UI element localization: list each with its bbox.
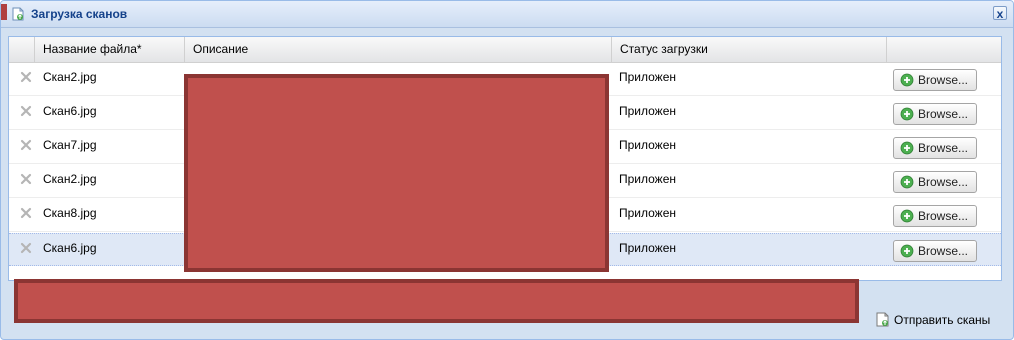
close-icon: x [996, 7, 1004, 21]
delete-x-icon[interactable] [19, 241, 33, 255]
upload-status: Приложен [619, 172, 677, 186]
header-delete-col [9, 37, 35, 62]
browse-label: Browse... [918, 244, 969, 258]
file-name: Скан6.jpg [43, 104, 97, 118]
grid-header: Название файла* Описание Статус загрузки [9, 37, 1001, 63]
redaction-block-footer [14, 279, 859, 323]
redaction-block-description [184, 74, 609, 272]
file-name: Скан2.jpg [43, 172, 97, 186]
add-circle-icon [900, 244, 914, 258]
delete-x-icon[interactable] [19, 206, 33, 220]
browse-label: Browse... [918, 209, 969, 223]
add-circle-icon [900, 107, 914, 121]
send-scans-label: Отправить сканы [894, 313, 991, 327]
browse-button[interactable]: Browse... [893, 137, 977, 159]
document-upload-icon [876, 312, 890, 327]
add-circle-icon [900, 209, 914, 223]
upload-status: Приложен [619, 104, 677, 118]
upload-status: Приложен [619, 70, 677, 84]
add-circle-icon [900, 175, 914, 189]
browse-button[interactable]: Browse... [893, 69, 977, 91]
browse-button[interactable]: Browse... [893, 103, 977, 125]
add-circle-icon [900, 141, 914, 155]
file-name: Скан2.jpg [43, 70, 97, 84]
browse-label: Browse... [918, 141, 969, 155]
close-button[interactable]: x [993, 6, 1007, 21]
browse-button[interactable]: Browse... [893, 240, 977, 262]
file-name: Скан8.jpg [43, 206, 97, 220]
add-circle-icon [900, 73, 914, 87]
file-name: Скан7.jpg [43, 138, 97, 152]
delete-x-icon[interactable] [19, 70, 33, 84]
upload-status: Приложен [619, 138, 677, 152]
header-upload-status[interactable]: Статус загрузки [612, 37, 887, 62]
corner-marker [1, 4, 7, 20]
upload-status: Приложен [619, 206, 677, 220]
browse-label: Browse... [918, 107, 969, 121]
header-file-name[interactable]: Название файла* [35, 37, 185, 62]
browse-button[interactable]: Browse... [893, 171, 977, 193]
browse-button[interactable]: Browse... [893, 205, 977, 227]
window-title: Загрузка сканов [31, 7, 128, 21]
delete-x-icon[interactable] [19, 138, 33, 152]
header-actions [887, 37, 1001, 62]
upload-scans-window: Загрузка сканов x Название файла* Описан… [0, 0, 1014, 340]
upload-status: Приложен [619, 241, 677, 255]
delete-x-icon[interactable] [19, 172, 33, 186]
delete-x-icon[interactable] [19, 104, 33, 118]
window-header[interactable]: Загрузка сканов x [1, 1, 1013, 28]
file-name: Скан6.jpg [43, 241, 97, 255]
browse-label: Browse... [918, 175, 969, 189]
header-description[interactable]: Описание [185, 37, 612, 62]
browse-label: Browse... [918, 73, 969, 87]
document-upload-icon [12, 7, 24, 21]
